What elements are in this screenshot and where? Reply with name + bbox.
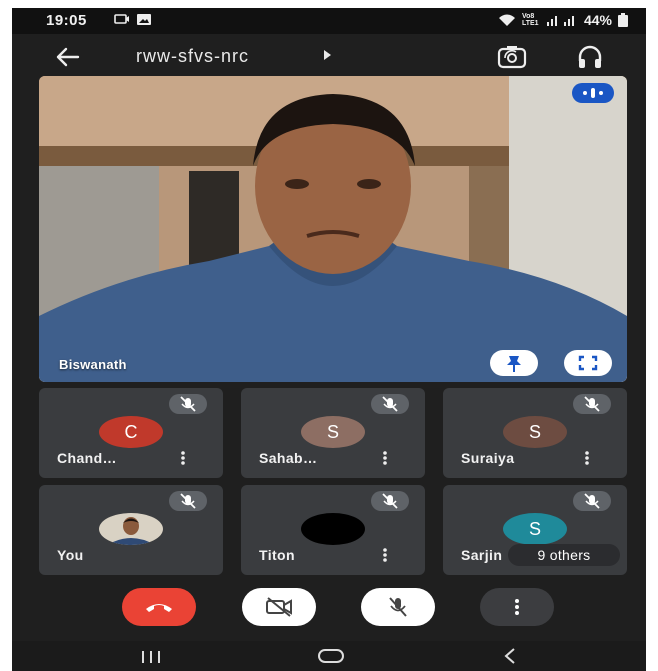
pin-button[interactable] (490, 350, 538, 376)
system-nav-bar (12, 641, 646, 671)
more-vert-icon[interactable] (381, 547, 389, 563)
headphones-icon[interactable] (576, 43, 604, 71)
participant-tile[interactable]: You (39, 485, 223, 575)
back-arrow-icon[interactable] (52, 42, 82, 72)
participant-name: Suraiya (461, 450, 515, 466)
participant-tile[interactable]: Titon (241, 485, 425, 575)
phone-screen: 19:05 Vo8 LTE1 44% rww-sfvs-nrc Biswanat… (12, 8, 646, 671)
meeting-top-bar: rww-sfvs-nrc (12, 34, 646, 80)
participant-name: Chand… (57, 450, 117, 466)
end-call-icon (146, 604, 172, 612)
avatar: S (503, 416, 567, 448)
pin-icon (507, 356, 521, 372)
avatar: S (503, 513, 567, 545)
mic-toggle-button[interactable] (361, 588, 435, 626)
recent-apps-icon[interactable] (139, 649, 163, 665)
back-nav-icon[interactable] (502, 647, 518, 665)
battery-percent: 44% (583, 12, 612, 28)
more-options-button[interactable] (480, 588, 554, 626)
end-call-button[interactable] (122, 588, 196, 626)
mic-off-icon (573, 394, 611, 414)
more-vert-icon[interactable] (381, 450, 389, 466)
mic-off-icon (371, 394, 409, 414)
fullscreen-icon (578, 355, 598, 371)
mic-off-icon (371, 491, 409, 511)
switch-camera-icon[interactable] (496, 42, 528, 72)
status-notification-icons (114, 13, 152, 26)
more-vert-icon[interactable] (583, 450, 591, 466)
home-icon[interactable] (316, 647, 346, 665)
fullscreen-button[interactable] (564, 350, 612, 376)
participant-name: Sarjin (461, 547, 503, 563)
wifi-icon (498, 14, 515, 26)
speaker-video-feed (39, 76, 627, 382)
participant-tile[interactable]: S Sahab… (241, 388, 425, 478)
camera-off-icon (266, 597, 292, 617)
mic-off-icon (573, 491, 611, 511)
avatar: S (301, 416, 365, 448)
avatar (99, 513, 163, 545)
participant-name: Titon (259, 547, 295, 563)
avatar: C (99, 416, 163, 448)
signal-icon (546, 15, 574, 26)
others-button[interactable]: 9 others (508, 544, 620, 566)
network-label: Vo8 LTE1 (521, 13, 539, 27)
image-icon (137, 14, 151, 25)
mic-off-icon (389, 597, 407, 617)
camera-toggle-button[interactable] (242, 588, 316, 626)
status-right: Vo8 LTE1 44% (498, 12, 628, 28)
participant-tile[interactable]: S Suraiya (443, 388, 627, 478)
participant-name: You (57, 547, 84, 563)
main-speaker-name: Biswanath (59, 357, 127, 372)
meeting-details-caret-icon[interactable] (324, 50, 331, 60)
speaking-indicator-icon (572, 83, 614, 103)
mic-off-icon (169, 491, 207, 511)
more-vert-icon (515, 599, 519, 615)
battery-icon (618, 13, 628, 27)
meeting-code[interactable]: rww-sfvs-nrc (136, 46, 249, 67)
cast-icon (114, 14, 129, 24)
participant-tile[interactable]: C Chand… (39, 388, 223, 478)
avatar (301, 513, 365, 545)
self-photo (99, 513, 163, 545)
participant-name: Sahab… (259, 450, 318, 466)
status-time: 19:05 (46, 12, 87, 29)
status-bar: 19:05 Vo8 LTE1 44% (12, 8, 646, 34)
main-speaker-video[interactable]: Biswanath (39, 76, 627, 382)
mic-off-icon (169, 394, 207, 414)
more-vert-icon[interactable] (179, 450, 187, 466)
